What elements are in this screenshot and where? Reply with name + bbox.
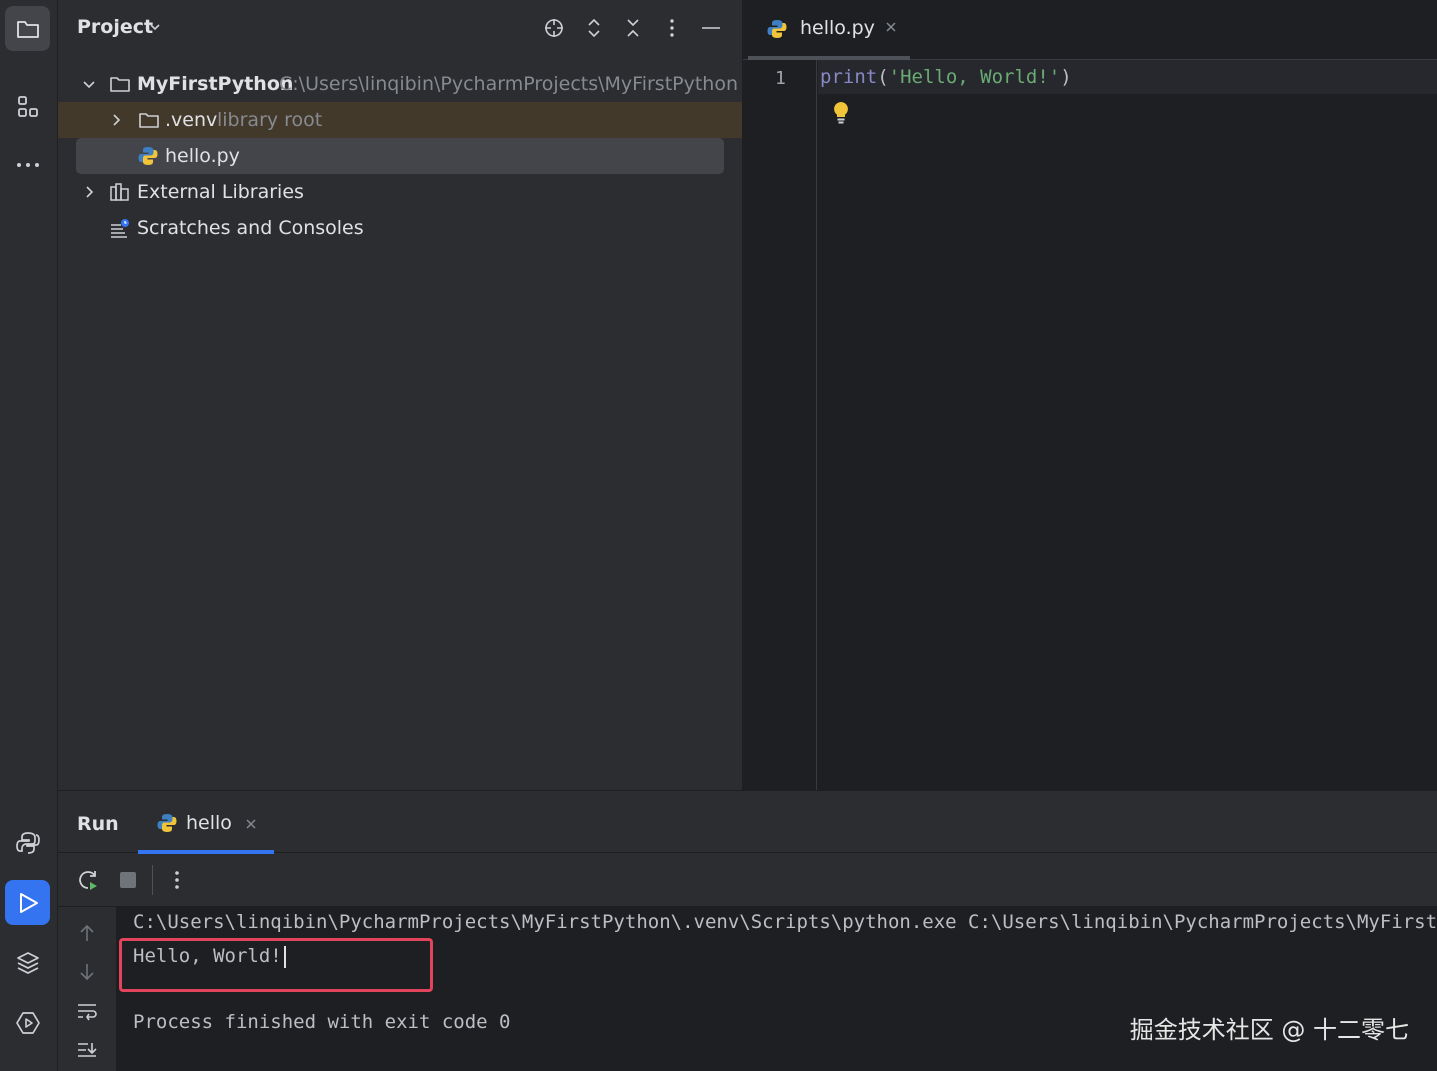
- tree-item-external-libraries[interactable]: External Libraries: [58, 174, 742, 210]
- folder-icon: [139, 113, 159, 128]
- file-name: hello.py: [165, 145, 240, 167]
- tree-item-hello-py[interactable]: hello.py: [76, 138, 724, 174]
- arrow-down-icon: [80, 964, 94, 981]
- expand-all-button[interactable]: [582, 16, 606, 40]
- scroll-to-end-icon: [78, 1043, 97, 1057]
- run-options-button[interactable]: [165, 868, 189, 892]
- layers-icon: [16, 951, 39, 974]
- chevron-right-icon[interactable]: [81, 184, 97, 200]
- code-close-paren: ): [1060, 66, 1072, 88]
- stop-icon: [120, 872, 136, 888]
- hide-panel-button[interactable]: [699, 16, 723, 40]
- console-command-line: C:\Users\linqibin\PycharmProjects\MyFirs…: [133, 911, 1437, 933]
- code-line-1[interactable]: print('Hello, World!'): [820, 66, 1072, 88]
- code-builtin-print: print: [820, 66, 878, 88]
- options-menu-button[interactable]: [660, 16, 684, 40]
- python-run-icon: [157, 814, 177, 832]
- venv-hint: library root: [217, 109, 323, 131]
- more-vertical-icon: [670, 19, 674, 37]
- project-root-name: MyFirstPython: [137, 73, 294, 95]
- collapse-all-button[interactable]: [621, 16, 645, 40]
- stop-button[interactable]: [116, 868, 140, 892]
- toolbar-separator: [152, 865, 153, 895]
- editor-tab-label: hello.py: [800, 17, 875, 39]
- more-horizontal-icon: [16, 162, 39, 167]
- console-exit-line: Process finished with exit code 0: [133, 1011, 511, 1033]
- tree-item-project-root[interactable]: MyFirstPython C:\Users\linqibin\PycharmP…: [58, 66, 742, 102]
- folder-icon: [16, 20, 39, 38]
- run-toolbar: [58, 853, 1437, 907]
- editor-tab-hello-py[interactable]: hello.py: [748, 0, 910, 60]
- project-panel-header: Project: [58, 0, 742, 58]
- project-tool-button[interactable]: [5, 6, 50, 51]
- library-icon: [110, 183, 129, 201]
- run-tab-hello[interactable]: hello: [138, 791, 274, 854]
- left-tool-strip: [0, 0, 58, 1071]
- more-tools-button[interactable]: [5, 142, 50, 187]
- project-panel-title[interactable]: Project: [77, 16, 153, 38]
- code-open-paren: (: [877, 66, 889, 88]
- run-icon: [19, 892, 38, 913]
- output-highlight-box: [119, 938, 433, 992]
- tree-item-scratches[interactable]: Scratches and Consoles: [58, 210, 742, 246]
- run-tab-bar: Run hello: [58, 791, 1437, 854]
- minimize-icon: [702, 27, 720, 29]
- chevron-down-icon[interactable]: [81, 76, 97, 92]
- project-root-path: C:\Users\linqibin\PycharmProjects\MyFirs…: [279, 73, 739, 95]
- editor-gutter: 1: [743, 60, 817, 790]
- editor: hello.py 1 print('Hello, World!'): [742, 0, 1437, 790]
- scratches-label: Scratches and Consoles: [137, 217, 364, 239]
- code-string: 'Hello, World!': [888, 66, 1061, 88]
- scratches-icon: [111, 219, 129, 238]
- services-tool-button[interactable]: [5, 1000, 50, 1045]
- locate-file-button[interactable]: [542, 16, 566, 40]
- more-vertical-icon: [175, 871, 179, 889]
- soft-wrap-icon: [78, 1004, 97, 1021]
- run-tool-button[interactable]: [5, 880, 50, 925]
- rerun-icon: [79, 871, 97, 890]
- run-panel-title: Run: [77, 813, 119, 835]
- scroll-to-end-button[interactable]: [75, 1039, 99, 1063]
- chevron-right-icon[interactable]: [108, 112, 124, 128]
- collapse-icon: [627, 19, 639, 37]
- python-console-button[interactable]: [5, 820, 50, 865]
- structure-tool-button[interactable]: [5, 84, 50, 129]
- run-tab-label: hello: [186, 812, 232, 834]
- venv-name: .venv: [165, 109, 218, 131]
- watermark: 掘金技术社区 @ 十二零七: [1129, 1016, 1409, 1044]
- close-icon[interactable]: [244, 817, 258, 831]
- soft-wrap-button[interactable]: [75, 1000, 99, 1024]
- python-file-icon: [767, 20, 787, 38]
- scroll-down-button[interactable]: [75, 960, 99, 984]
- services-icon: [15, 1011, 40, 1034]
- editor-tab-bar: hello.py: [743, 0, 1437, 60]
- expand-icon: [588, 18, 600, 38]
- python-console-icon: [15, 831, 40, 854]
- line-number: 1: [775, 68, 786, 89]
- crosshair-icon: [545, 19, 563, 37]
- rerun-button[interactable]: [76, 868, 100, 892]
- structure-icon: [17, 95, 38, 117]
- project-panel: Project MyFirstPython C:\Users\linqibin\…: [58, 0, 742, 790]
- console-side-toolbar: [58, 907, 116, 1071]
- tree-item-venv[interactable]: .venv library root: [58, 102, 742, 138]
- lightbulb-icon[interactable]: [831, 100, 851, 126]
- external-libraries-label: External Libraries: [137, 181, 304, 203]
- scroll-up-button[interactable]: [75, 921, 99, 945]
- folder-icon: [110, 77, 130, 92]
- python-packages-button[interactable]: [5, 940, 50, 985]
- arrow-up-icon: [80, 924, 94, 941]
- chevron-down-icon[interactable]: [148, 20, 162, 34]
- python-file-icon: [138, 147, 158, 165]
- close-icon[interactable]: [883, 19, 899, 35]
